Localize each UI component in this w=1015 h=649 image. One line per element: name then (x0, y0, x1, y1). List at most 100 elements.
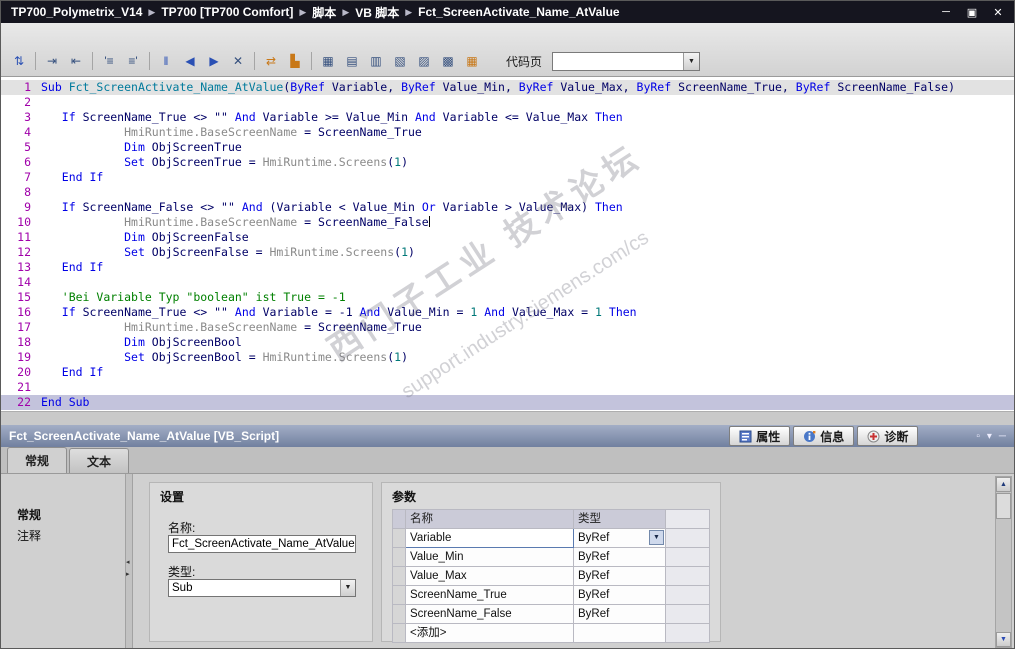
nav-item-general[interactable]: 常规 (1, 504, 125, 525)
code-line[interactable]: 1 Sub Fct_ScreenActivate_Name_AtValue(ByR… (1, 80, 1014, 95)
restore-button[interactable]: ▣ (960, 4, 984, 20)
line-number: 21 (17, 380, 31, 394)
insert-function-icon[interactable]: ▦ (460, 50, 484, 72)
close-button[interactable]: ✕ (986, 4, 1010, 20)
parameter-row[interactable]: Value_Max ByRef (392, 566, 710, 586)
inspector-scrollbar[interactable] (995, 476, 1012, 648)
param-column-name[interactable]: 名称 (405, 509, 574, 529)
code-line[interactable]: 14 (1, 275, 1014, 290)
param-name-cell[interactable]: Variable (405, 528, 574, 548)
code-line[interactable]: 8 (1, 185, 1014, 200)
comment-icon[interactable]: '≡ (97, 50, 121, 72)
table-properties-icon[interactable]: ▩ (436, 50, 460, 72)
clear-bookmarks-icon[interactable]: ✕ (226, 50, 250, 72)
param-type-cell[interactable]: ByRef (573, 604, 666, 624)
row-selector[interactable] (392, 585, 406, 605)
sync-changes-icon[interactable]: ⇄ (259, 50, 283, 72)
type-select-value: Sub (172, 582, 193, 594)
breadcrumb-item-script[interactable]: Fct_ScreenActivate_Name_AtValue (416, 5, 621, 19)
param-name-cell[interactable]: Value_Max (405, 566, 574, 586)
goto-script-icon[interactable]: ⇅ (7, 50, 31, 72)
row-selector[interactable] (392, 566, 406, 586)
insert-field-icon[interactable]: ▦ (316, 50, 340, 72)
tab-general[interactable]: 常规 (7, 447, 68, 473)
highlight-syntax-icon[interactable]: ▙ (283, 50, 307, 72)
type-dropdown-arrow-icon[interactable] (340, 580, 355, 596)
scrollbar-thumb[interactable] (996, 493, 1011, 519)
delete-row-icon[interactable]: ▨ (412, 50, 436, 72)
next-bookmark-icon[interactable]: ▶ (202, 50, 226, 72)
parameter-add-row[interactable]: <添加> (392, 623, 710, 643)
parameter-row[interactable]: Variable ByRef (392, 528, 710, 548)
parameter-row[interactable]: Value_Min ByRef (392, 547, 710, 567)
code-line[interactable]: 7 End If (1, 170, 1014, 185)
inspector-expand-icon[interactable]: ▾ (987, 431, 992, 442)
code-line[interactable]: 19 Set ObjScreenBool = HmiRuntime.Screen… (1, 350, 1014, 365)
param-type-cell[interactable]: ByRef (573, 566, 666, 586)
row-selector[interactable] (392, 528, 406, 548)
parameter-row[interactable]: ScreenName_False ByRef (392, 604, 710, 624)
dropdown-arrow-icon[interactable] (683, 52, 700, 70)
code-line[interactable]: 20 End If (1, 365, 1014, 380)
param-type-dropdown-arrow-icon[interactable] (649, 530, 664, 545)
codepage-combobox[interactable] (552, 51, 701, 71)
code-line[interactable]: 6 Set ObjScreenTrue = HmiRuntime.Screens… (1, 155, 1014, 170)
minimize-button[interactable]: ─ (934, 4, 958, 20)
nav-item-comment[interactable]: 注释 (1, 525, 125, 546)
param-type-cell[interactable]: ByRef (573, 585, 666, 605)
code-line[interactable]: 9 If ScreenName_False <> "" And (Variabl… (1, 200, 1014, 215)
code-line[interactable]: 21 (1, 380, 1014, 395)
row-selector[interactable] (392, 547, 406, 567)
param-name-cell[interactable]: ScreenName_False (405, 604, 574, 624)
code-line[interactable]: 22 End Sub (1, 395, 1014, 410)
code-editor[interactable]: 1 Sub Fct_ScreenActivate_Name_AtValue(ByR… (1, 77, 1014, 411)
param-type-cell[interactable]: ByRef (573, 528, 666, 548)
breadcrumb-item-scripts[interactable]: 脚本 (310, 4, 338, 21)
scroll-down-icon[interactable] (996, 632, 1011, 647)
code-line[interactable]: 11 Dim ObjScreenFalse (1, 230, 1014, 245)
tab-info[interactable]: 信息 (793, 426, 855, 446)
indent-icon[interactable]: ⇥ (40, 50, 64, 72)
toggle-bookmark-icon[interactable]: ‖ (154, 50, 178, 72)
param-column-type[interactable]: 类型 (573, 509, 666, 529)
outdent-icon[interactable]: ⇤ (64, 50, 88, 72)
insert-row-icon[interactable]: ▥ (364, 50, 388, 72)
tab-diagnostics[interactable]: 诊断 (857, 426, 919, 446)
row-selector[interactable] (392, 623, 406, 643)
inspector-collapse-icon[interactable]: ─ (999, 431, 1006, 442)
type-select[interactable]: Sub (168, 579, 356, 597)
code-line[interactable]: 12 Set ObjScreenFalse = HmiRuntime.Scree… (1, 245, 1014, 260)
param-name-cell[interactable]: <添加> (405, 623, 574, 643)
param-type-cell[interactable]: ByRef (573, 547, 666, 567)
toolbar-separator (149, 52, 150, 70)
insert-column-icon[interactable]: ▧ (388, 50, 412, 72)
tab-properties[interactable]: 属性 (729, 426, 791, 446)
uncomment-icon[interactable]: ≡' (121, 50, 145, 72)
name-input[interactable]: Fct_ScreenActivate_Name_AtValue (168, 535, 356, 553)
tab-texts[interactable]: 文本 (69, 448, 130, 473)
breadcrumb-item-device[interactable]: TP700 [TP700 Comfort] (159, 5, 295, 19)
code-line[interactable]: 13 End If (1, 260, 1014, 275)
code-line[interactable]: 4 HmiRuntime.BaseScreenName = ScreenName… (1, 125, 1014, 140)
code-line[interactable]: 10 HmiRuntime.BaseScreenName = ScreenNam… (1, 215, 1014, 230)
nav-splitter[interactable] (125, 474, 133, 648)
insert-table-icon[interactable]: ▤ (340, 50, 364, 72)
code-line[interactable]: 15 'Bei Variable Typ "boolean" ist True … (1, 290, 1014, 305)
code-line[interactable]: 17 HmiRuntime.BaseScreenName = ScreenNam… (1, 320, 1014, 335)
param-name-cell[interactable]: Value_Min (405, 547, 574, 567)
scroll-up-icon[interactable] (996, 477, 1011, 492)
code-line[interactable]: 18 Dim ObjScreenBool (1, 335, 1014, 350)
row-selector[interactable] (392, 604, 406, 624)
param-name-cell[interactable]: ScreenName_True (405, 585, 574, 605)
parameter-row[interactable]: ScreenName_True ByRef (392, 585, 710, 605)
code-line[interactable]: 3 If ScreenName_True <> "" And Variable … (1, 110, 1014, 125)
breadcrumb-item-project[interactable]: TP700_Polymetrix_V14 (9, 5, 144, 19)
breadcrumb-item-vbscripts[interactable]: VB 脚本 (353, 4, 401, 21)
line-number: 3 (24, 110, 31, 124)
param-type-cell[interactable] (573, 623, 666, 643)
inspector-float-icon[interactable]: ▫ (976, 431, 980, 442)
code-line[interactable]: 2 (1, 95, 1014, 110)
code-line[interactable]: 16 If ScreenName_True <> "" And Variable… (1, 305, 1014, 320)
code-line[interactable]: 5 Dim ObjScreenTrue (1, 140, 1014, 155)
previous-bookmark-icon[interactable]: ◀ (178, 50, 202, 72)
